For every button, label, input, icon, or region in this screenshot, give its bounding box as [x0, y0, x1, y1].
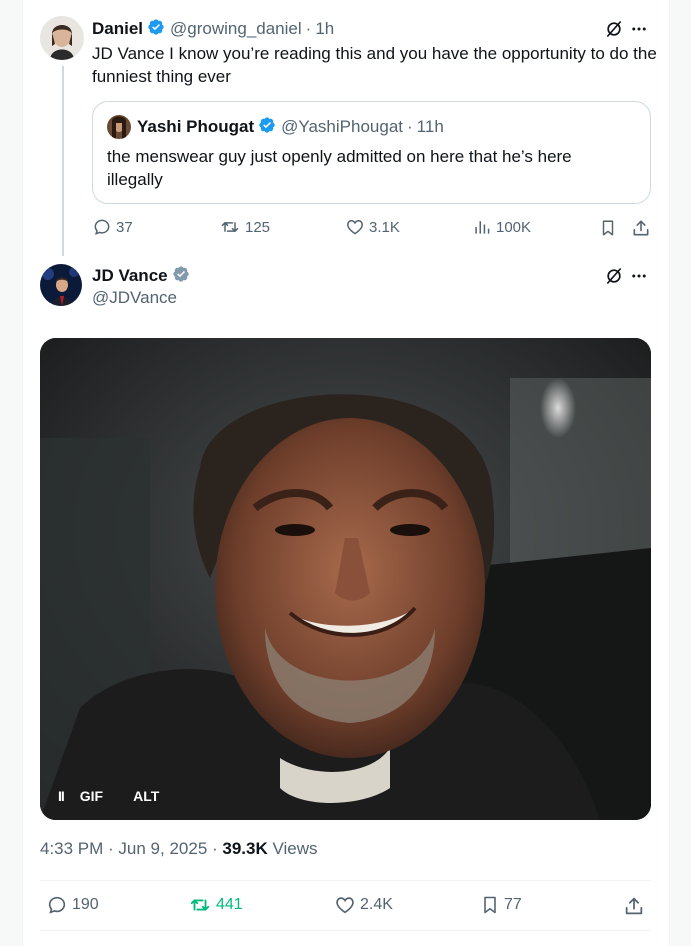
grok-icon[interactable]	[603, 18, 625, 40]
tweet-timestamp-views: 4:33 PM · Jun 9, 2025 · 39.3K Views	[40, 839, 318, 859]
quoted-author-handle: @YashiPhougat	[281, 117, 403, 136]
author-handle[interactable]: @growing_daniel	[170, 19, 302, 39]
pause-button[interactable]: II	[58, 788, 65, 804]
parent-tweet-text: JD Vance I know you’re reading this and …	[92, 44, 657, 86]
like-count: 3.1K	[369, 218, 400, 236]
repost-count: 441	[216, 896, 243, 913]
avatar-yashi	[107, 115, 131, 139]
media-badges: II GIF ALT	[58, 788, 159, 804]
parent-tweet-header: Daniel @growing_daniel · 1h	[92, 17, 334, 41]
tweet-timestamp[interactable]: 4:33 PM · Jun 9, 2025 ·	[40, 839, 222, 858]
reply-button[interactable]: 37	[92, 217, 133, 237]
repost-icon	[219, 217, 241, 237]
author-handle[interactable]: @JDVance	[92, 288, 177, 308]
verified-badge-icon	[172, 265, 190, 288]
more-icon[interactable]	[628, 265, 650, 287]
views-label: Views	[267, 839, 318, 858]
gif-frame-image	[40, 338, 651, 820]
quoted-tweet-time: 11h	[416, 117, 444, 136]
more-icon[interactable]	[628, 18, 650, 40]
bookmark-icon[interactable]	[597, 217, 619, 239]
author-name[interactable]: JD Vance	[92, 266, 168, 286]
reply-count: 37	[116, 218, 133, 236]
quoted-author-name: Yashi Phougat	[137, 117, 255, 136]
tweet-time[interactable]: 1h	[315, 19, 334, 39]
like-button[interactable]: 2.4K	[334, 894, 393, 916]
verified-badge-icon	[258, 116, 276, 139]
quoted-tweet-text: the menswear guy just openly admitted on…	[107, 147, 572, 189]
views-icon	[472, 217, 492, 237]
gif-badge: GIF	[79, 788, 104, 804]
like-icon	[345, 217, 365, 237]
avatar-daniel[interactable]	[40, 16, 84, 60]
like-count: 2.4K	[360, 896, 393, 913]
share-icon[interactable]	[630, 217, 652, 239]
alt-badge[interactable]: ALT	[133, 788, 159, 804]
avatar-jdvance[interactable]	[40, 264, 82, 306]
divider	[40, 930, 651, 931]
like-button[interactable]: 3.1K	[345, 217, 400, 237]
separator-dot: ·	[305, 19, 312, 38]
share-icon[interactable]	[622, 894, 646, 918]
views-button[interactable]: 100K	[472, 217, 531, 237]
separator-dot: ·	[407, 117, 413, 136]
divider	[40, 880, 651, 881]
reply-button[interactable]: 190	[46, 894, 99, 916]
thread-connector-line	[62, 66, 64, 256]
repost-button[interactable]: 125	[219, 217, 270, 237]
quoted-tweet-header: Yashi Phougat @YashiPhougat · 11h	[137, 116, 444, 138]
repost-count: 125	[245, 218, 271, 236]
like-icon	[334, 894, 356, 916]
repost-icon	[188, 894, 212, 916]
views-count: 100K	[496, 218, 532, 236]
gif-media[interactable]: II GIF ALT	[40, 338, 651, 820]
bookmark-count: 77	[504, 896, 522, 913]
reply-count: 190	[72, 896, 99, 913]
grok-icon[interactable]	[603, 265, 625, 287]
bookmark-icon	[480, 894, 500, 916]
bookmark-button[interactable]: 77	[480, 894, 522, 916]
reply-icon	[92, 217, 112, 237]
main-tweet-author-row: JD Vance	[92, 264, 190, 288]
verified-badge-icon	[147, 18, 165, 41]
reply-icon	[46, 894, 68, 916]
author-name[interactable]: Daniel	[92, 19, 143, 39]
views-count[interactable]: 39.3K	[222, 839, 267, 858]
repost-button[interactable]: 441	[188, 894, 243, 916]
